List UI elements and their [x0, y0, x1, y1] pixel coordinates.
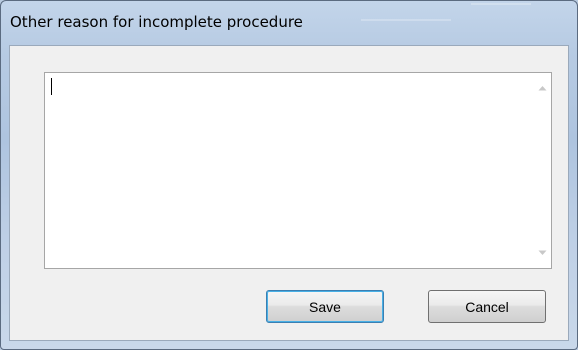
scroll-down-arrow-icon[interactable]	[533, 244, 551, 262]
save-button[interactable]: Save	[266, 290, 384, 323]
text-caret	[51, 78, 52, 95]
dialog-client-area: Save Cancel	[9, 45, 569, 341]
window-title: Other reason for incomplete procedure	[10, 13, 303, 31]
title-bar[interactable]: Other reason for incomplete procedure	[1, 1, 577, 45]
reason-text-input[interactable]	[45, 73, 533, 268]
vertical-scrollbar[interactable]	[533, 73, 551, 268]
cancel-button[interactable]: Cancel	[428, 290, 546, 323]
reason-textbox[interactable]	[44, 72, 552, 269]
scroll-up-arrow-icon[interactable]	[533, 79, 551, 97]
dialog-window: Other reason for incomplete procedure Sa…	[0, 0, 578, 350]
